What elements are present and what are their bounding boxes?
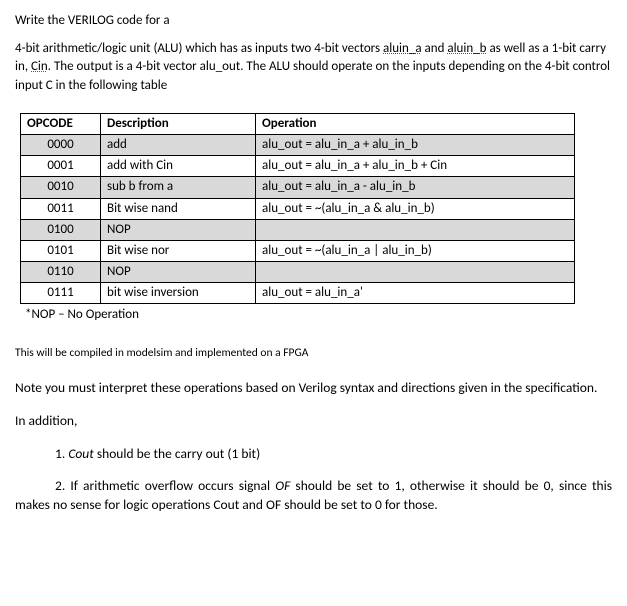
- table-row: 0110 NOP: [21, 262, 575, 283]
- cell-op: [256, 262, 575, 283]
- cell-desc: NOP: [101, 262, 256, 283]
- cell-opcode: 0010: [21, 177, 101, 198]
- header-operation: Operation: [256, 113, 575, 134]
- table-row: 0001 add with Cin alu_out = alu_in_a + a…: [21, 156, 575, 177]
- nop-footnote: *NOP – No Operation: [25, 306, 612, 324]
- cell-op: alu_out = alu_in_a - alu_in_b: [256, 177, 575, 198]
- cell-desc: bit wise inversion: [101, 283, 256, 304]
- intro-link-aluin-b: aluin_b: [447, 41, 486, 56]
- cell-opcode: 0110: [21, 262, 101, 283]
- in-addition-label: In addition,: [15, 412, 612, 431]
- list-item: 1. Cout should be the carry out (1 bit): [55, 445, 612, 464]
- cell-opcode: 0011: [21, 198, 101, 219]
- list-italic-cout: Cout: [68, 445, 93, 462]
- cell-op: alu_out = alu_in_a': [256, 283, 575, 304]
- table-row: 0000 add alu_out = alu_in_a + alu_in_b: [21, 134, 575, 155]
- intro-link-cin: Cin: [31, 59, 48, 74]
- header-opcode: OPCODE: [21, 113, 101, 134]
- list-item: 2. If arithmetic overflow occurs signal …: [15, 477, 612, 515]
- cell-op: alu_out = ~(alu_in_a | alu_in_b): [256, 240, 575, 261]
- cell-desc: NOP: [101, 219, 256, 240]
- alu-opcode-table: OPCODE Description Operation 0000 add al…: [20, 113, 575, 305]
- cell-op: alu_out = alu_in_a + alu_in_b: [256, 134, 575, 155]
- intro-link-aluin-a: aluin_a: [383, 41, 422, 56]
- requirements-list: 1. Cout should be the carry out (1 bit): [15, 445, 612, 464]
- table-row: 0111 bit wise inversion alu_out = alu_in…: [21, 283, 575, 304]
- list-italic-of: OF: [275, 477, 290, 494]
- cell-desc: add with Cin: [101, 156, 256, 177]
- cell-opcode: 0111: [21, 283, 101, 304]
- cell-op: [256, 219, 575, 240]
- table-row: 0010 sub b from a alu_out = alu_in_a - a…: [21, 177, 575, 198]
- list-text-1: If arithmetic overflow occurs signal: [70, 477, 275, 494]
- table-row: 0011 Bit wise nand alu_out = ~(alu_in_a …: [21, 198, 575, 219]
- cell-desc: Bit wise nand: [101, 198, 256, 219]
- cell-opcode: 0001: [21, 156, 101, 177]
- interpretation-note: Note you must interpret these operations…: [15, 379, 612, 398]
- cell-op: alu_out = alu_in_a + alu_in_b + Cin: [256, 156, 575, 177]
- page-heading: Write the VERILOG code for a: [15, 12, 612, 30]
- intro-text-1: 4-bit arithmetic/logic unit (ALU) which …: [15, 41, 383, 56]
- list-num: 2.: [15, 477, 70, 494]
- intro-text-2: and: [422, 41, 448, 56]
- list-text: should be the carry out (1 bit): [94, 445, 260, 462]
- table-row: 0100 NOP: [21, 219, 575, 240]
- cell-opcode: 0101: [21, 240, 101, 261]
- cell-desc: add: [101, 134, 256, 155]
- list-num: 1.: [55, 445, 68, 462]
- header-description: Description: [101, 113, 256, 134]
- cell-opcode: 0100: [21, 219, 101, 240]
- cell-op: alu_out = ~(alu_in_a & alu_in_b): [256, 198, 575, 219]
- table-header-row: OPCODE Description Operation: [21, 113, 575, 134]
- intro-text-4: . The output is a 4-bit vector alu_out. …: [15, 59, 610, 92]
- intro-paragraph: 4-bit arithmetic/logic unit (ALU) which …: [15, 40, 612, 95]
- cell-desc: sub b from a: [101, 177, 256, 198]
- compile-note: This will be compiled in modelsim and im…: [15, 345, 612, 361]
- cell-opcode: 0000: [21, 134, 101, 155]
- table-row: 0101 Bit wise nor alu_out = ~(alu_in_a |…: [21, 240, 575, 261]
- cell-desc: Bit wise nor: [101, 240, 256, 261]
